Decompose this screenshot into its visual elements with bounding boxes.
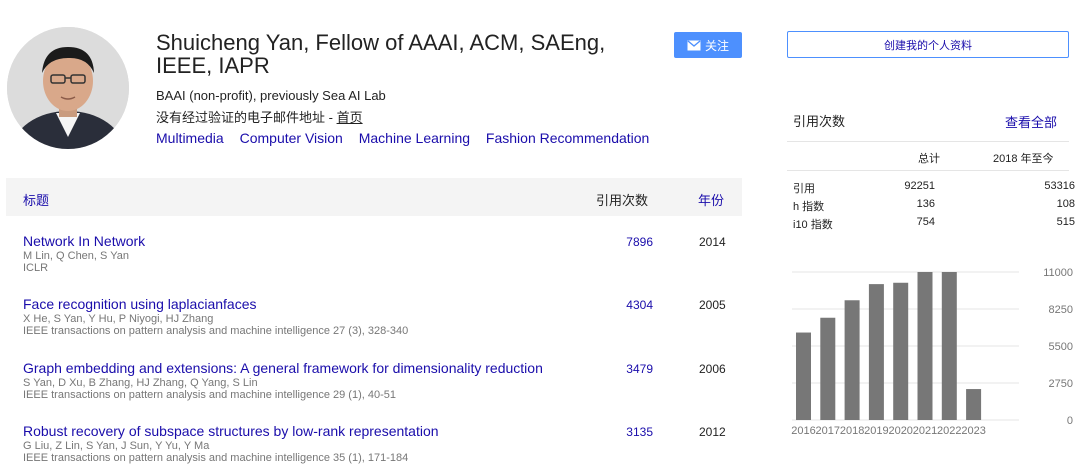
follow-label: 关注 (704, 38, 729, 53)
citation-bar-2020[interactable] (893, 282, 909, 420)
profile-photo (7, 27, 129, 149)
article-year: 2006 (699, 362, 726, 376)
column-title[interactable]: 标题 (23, 190, 49, 209)
stats-row-i10-index: i10 指数 754 515 (793, 216, 1075, 231)
citation-bar-2018[interactable] (844, 300, 860, 420)
article-year: 2005 (699, 298, 726, 312)
stats-since: 108 (1056, 198, 1075, 210)
table-row: Robust recovery of subspace structures b… (23, 423, 743, 464)
create-profile-button[interactable]: 创建我的个人资料 (787, 31, 1069, 58)
x-tick-label: 2018 (840, 425, 864, 437)
stats-row-h-index: h 指数 136 108 (793, 198, 1075, 213)
stats-col-since: 2018 年至今 (993, 153, 1054, 165)
y-tick-label: 0 (1067, 415, 1073, 427)
mail-icon (687, 39, 701, 50)
article-year: 2012 (699, 425, 726, 439)
citation-bar-2023[interactable] (966, 389, 982, 420)
y-tick-label: 8250 (1049, 304, 1073, 316)
profile-name: Shuicheng Yan, Fellow of AAAI, ACM, SAEn… (156, 30, 606, 78)
view-all-link[interactable]: 查看全部 (1005, 112, 1057, 131)
x-tick-label: 2023 (961, 425, 985, 437)
article-title[interactable]: Face recognition using laplacianfaces (23, 296, 256, 312)
article-title[interactable]: Network In Network (23, 233, 145, 249)
x-tick-label: 2020 (888, 425, 912, 437)
article-venue: IEEE transactions on pattern analysis an… (23, 389, 396, 401)
x-tick-label: 2016 (791, 425, 815, 437)
citations-bar-chart: 0275055008250110002016 2017 2018 2019 2020 20… (791, 267, 1073, 437)
email-status: 没有经过验证的电子邮件地址 - 首页 (156, 107, 363, 126)
interest-link[interactable]: Fashion Recommendation (486, 130, 649, 146)
citation-bar-2017[interactable] (820, 317, 836, 420)
y-tick-label: 11000 (1043, 267, 1073, 279)
article-authors: X He, S Yan, Y Hu, P Niyogi, HJ Zhang (23, 313, 214, 325)
stats-col-total: 总计 (918, 153, 940, 165)
article-authors: S Yan, D Xu, B Zhang, HJ Zhang, Q Yang, … (23, 377, 258, 389)
column-cited-by[interactable]: 引用次数 (596, 190, 648, 209)
citation-bar-2022[interactable] (941, 272, 957, 420)
y-tick-label: 5500 (1049, 341, 1073, 353)
table-row: Face recognition using laplacianfaces X … (23, 296, 743, 337)
stats-label: i10 指数 (793, 219, 833, 231)
y-tick-label: 2750 (1049, 378, 1073, 390)
article-authors: G Liu, Z Lin, S Yan, J Sun, Y Yu, Y Ma (23, 440, 210, 452)
article-year: 2014 (699, 235, 726, 249)
article-title[interactable]: Robust recovery of subspace structures b… (23, 423, 439, 439)
follow-button[interactable]: 关注 (674, 32, 742, 58)
table-header: 标题 引用次数 年份 (6, 178, 742, 216)
stats-total: 754 (916, 216, 935, 228)
affiliation: BAAI (non-profit), previously Sea AI Lab (156, 88, 386, 103)
cited-count[interactable]: 7896 (603, 235, 653, 249)
interest-link[interactable]: Computer Vision (240, 130, 343, 146)
column-year[interactable]: 年份 (698, 190, 724, 209)
stats-row-citations: 引用 92251 53316 (793, 180, 1075, 195)
stats-total: 92251 (904, 180, 935, 192)
divider (787, 170, 1069, 171)
divider (787, 141, 1069, 142)
citation-bar-2016[interactable] (796, 332, 811, 420)
article-venue: ICLR (23, 262, 49, 274)
table-row: Network In Network M Lin, Q Chen, S Yan … (23, 233, 743, 274)
cited-count[interactable]: 3135 (603, 425, 653, 439)
article-authors: M Lin, Q Chen, S Yan (23, 250, 129, 262)
cited-by-heading: 引用次数 (793, 114, 846, 129)
x-tick-label: 2017 (816, 425, 840, 437)
x-tick-label: 2022 (937, 425, 961, 437)
article-venue: IEEE transactions on pattern analysis an… (23, 452, 409, 464)
stats-since: 515 (1056, 216, 1075, 228)
email-note: 没有经过验证的电子邮件地址 - (156, 110, 337, 125)
cited-count[interactable]: 3479 (603, 362, 653, 376)
x-tick-label: 2019 (864, 425, 888, 437)
stats-label: 引用 (793, 183, 815, 195)
research-interests: Multimedia Computer Vision Machine Learn… (156, 130, 661, 146)
table-row: Graph embedding and extensions: A genera… (23, 360, 743, 401)
stats-label: h 指数 (793, 201, 825, 213)
stats-total: 136 (916, 198, 935, 210)
stats-since: 53316 (1044, 180, 1075, 192)
article-title[interactable]: Graph embedding and extensions: A genera… (23, 360, 543, 376)
citation-bar-2019[interactable] (868, 284, 884, 420)
article-venue: IEEE transactions on pattern analysis an… (23, 325, 409, 337)
interest-link[interactable]: Multimedia (156, 130, 224, 146)
cited-count[interactable]: 4304 (603, 298, 653, 312)
x-tick-label: 2021 (913, 425, 937, 437)
citation-bar-2021[interactable] (917, 272, 933, 420)
interest-link[interactable]: Machine Learning (359, 130, 470, 146)
homepage-link[interactable]: 首页 (337, 110, 363, 125)
